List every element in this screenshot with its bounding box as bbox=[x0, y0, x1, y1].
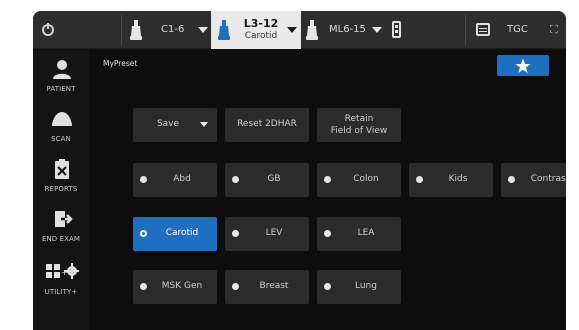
save-button-label: Save bbox=[156, 119, 180, 129]
chevron-down-icon[interactable] bbox=[198, 27, 208, 33]
preset-button-carotid[interactable]: Carotid bbox=[133, 217, 217, 251]
sidebar-item-label: UTILITY+ bbox=[44, 288, 78, 296]
sidebar-item-utility[interactable]: + UTILITY+ bbox=[33, 255, 89, 305]
sidebar-item-label: SCAN bbox=[51, 135, 71, 143]
chevron-down-icon[interactable] bbox=[372, 27, 382, 33]
page-title: MyPreset bbox=[103, 59, 138, 68]
divider bbox=[121, 15, 122, 45]
remote-icon[interactable] bbox=[392, 21, 401, 38]
retain-fov-label-line1: Retain bbox=[344, 114, 374, 124]
sidebar-item-label: PATIENT bbox=[46, 85, 76, 93]
preset-panel: MyPreset Save Reset 2DHAR Retain Field o… bbox=[89, 50, 566, 330]
radio-dot-icon bbox=[324, 230, 331, 237]
reset-2dhar-button[interactable]: Reset 2DHAR bbox=[225, 108, 309, 142]
patient-icon bbox=[51, 58, 73, 80]
utility-icon: + bbox=[45, 261, 79, 283]
preset-button-colon[interactable]: Colon bbox=[317, 163, 401, 197]
divider bbox=[465, 15, 466, 45]
radio-dot-icon bbox=[140, 176, 147, 183]
power-icon[interactable] bbox=[42, 23, 54, 36]
preset-button-lev[interactable]: LEV bbox=[225, 217, 309, 251]
retain-fov-button[interactable]: Retain Field of View bbox=[317, 108, 401, 142]
radio-dot-icon bbox=[232, 176, 239, 183]
preset-label: Kids bbox=[448, 174, 468, 184]
radio-dot-icon bbox=[324, 283, 331, 290]
radio-dot-icon bbox=[140, 283, 147, 290]
radio-dot-icon bbox=[416, 176, 423, 183]
chevron-down-icon[interactable] bbox=[200, 122, 208, 127]
preset-label: Contrast bbox=[530, 174, 566, 184]
preset-label: Carotid bbox=[165, 228, 199, 238]
probe-l3-12-label: L3-12 bbox=[243, 17, 279, 30]
star-icon bbox=[515, 58, 531, 73]
expand-icon[interactable]: ⛶ bbox=[550, 23, 558, 37]
probe-c1-6-label[interactable]: C1-6 bbox=[161, 24, 184, 35]
scan-icon bbox=[51, 108, 73, 130]
preset-label: MSK Gen bbox=[161, 281, 203, 291]
probe-icon bbox=[218, 20, 230, 40]
probe-icon bbox=[130, 20, 142, 40]
preset-label: Abd bbox=[173, 174, 191, 184]
preset-button-msk-gen[interactable]: MSK Gen bbox=[133, 270, 217, 304]
preset-button-contrast[interactable]: Contrast bbox=[501, 163, 566, 197]
retain-fov-label-line2: Field of View bbox=[330, 126, 388, 136]
preset-label: Breast bbox=[259, 281, 289, 291]
svg-text:+: + bbox=[61, 268, 68, 277]
radio-dot-icon bbox=[140, 230, 147, 237]
sidebar-item-scan[interactable]: SCAN bbox=[33, 102, 89, 152]
save-button[interactable]: Save bbox=[133, 108, 217, 142]
probe-l3-12-sublabel: Carotid bbox=[244, 31, 278, 41]
tgc-icon[interactable] bbox=[476, 23, 490, 36]
tgc-label[interactable]: TGC bbox=[507, 24, 528, 35]
preset-button-abd[interactable]: Abd bbox=[133, 163, 217, 197]
preset-button-kids[interactable]: Kids bbox=[409, 163, 493, 197]
preset-label: LEV bbox=[265, 228, 283, 238]
sidebar: PATIENT SCAN REPORTS END EXAM + UTILITY+ bbox=[33, 50, 89, 330]
preset-button-gb[interactable]: GB bbox=[225, 163, 309, 197]
preset-button-lea[interactable]: LEA bbox=[317, 217, 401, 251]
probe-ml6-15-label[interactable]: ML6-15 bbox=[329, 24, 366, 35]
preset-label: LEA bbox=[357, 228, 375, 238]
reports-icon bbox=[51, 158, 73, 180]
top-bar: C1-6 L3-12 Carotid ML6-15 TGC ⛶ bbox=[33, 11, 566, 49]
preset-label: GB bbox=[267, 174, 281, 184]
probe-icon bbox=[306, 20, 318, 40]
sidebar-item-end-exam[interactable]: END EXAM bbox=[33, 202, 89, 252]
radio-dot-icon bbox=[324, 176, 331, 183]
end-exam-icon bbox=[51, 208, 73, 230]
sidebar-item-patient[interactable]: PATIENT bbox=[33, 52, 89, 102]
preset-label: Lung bbox=[355, 281, 377, 291]
ultrasound-console: C1-6 L3-12 Carotid ML6-15 TGC ⛶ PATIENT bbox=[33, 11, 566, 330]
sidebar-item-label: REPORTS bbox=[44, 185, 78, 193]
reset-2dhar-label: Reset 2DHAR bbox=[237, 119, 297, 129]
radio-dot-icon bbox=[508, 176, 515, 183]
sidebar-item-reports[interactable]: REPORTS bbox=[33, 152, 89, 202]
favorite-button[interactable] bbox=[497, 55, 549, 76]
radio-dot-icon bbox=[232, 230, 239, 237]
preset-button-lung[interactable]: Lung bbox=[317, 270, 401, 304]
sidebar-item-label: END EXAM bbox=[41, 235, 81, 243]
preset-button-breast[interactable]: Breast bbox=[225, 270, 309, 304]
preset-label: Colon bbox=[353, 174, 379, 184]
radio-dot-icon bbox=[232, 283, 239, 290]
chevron-down-icon[interactable] bbox=[287, 27, 297, 33]
